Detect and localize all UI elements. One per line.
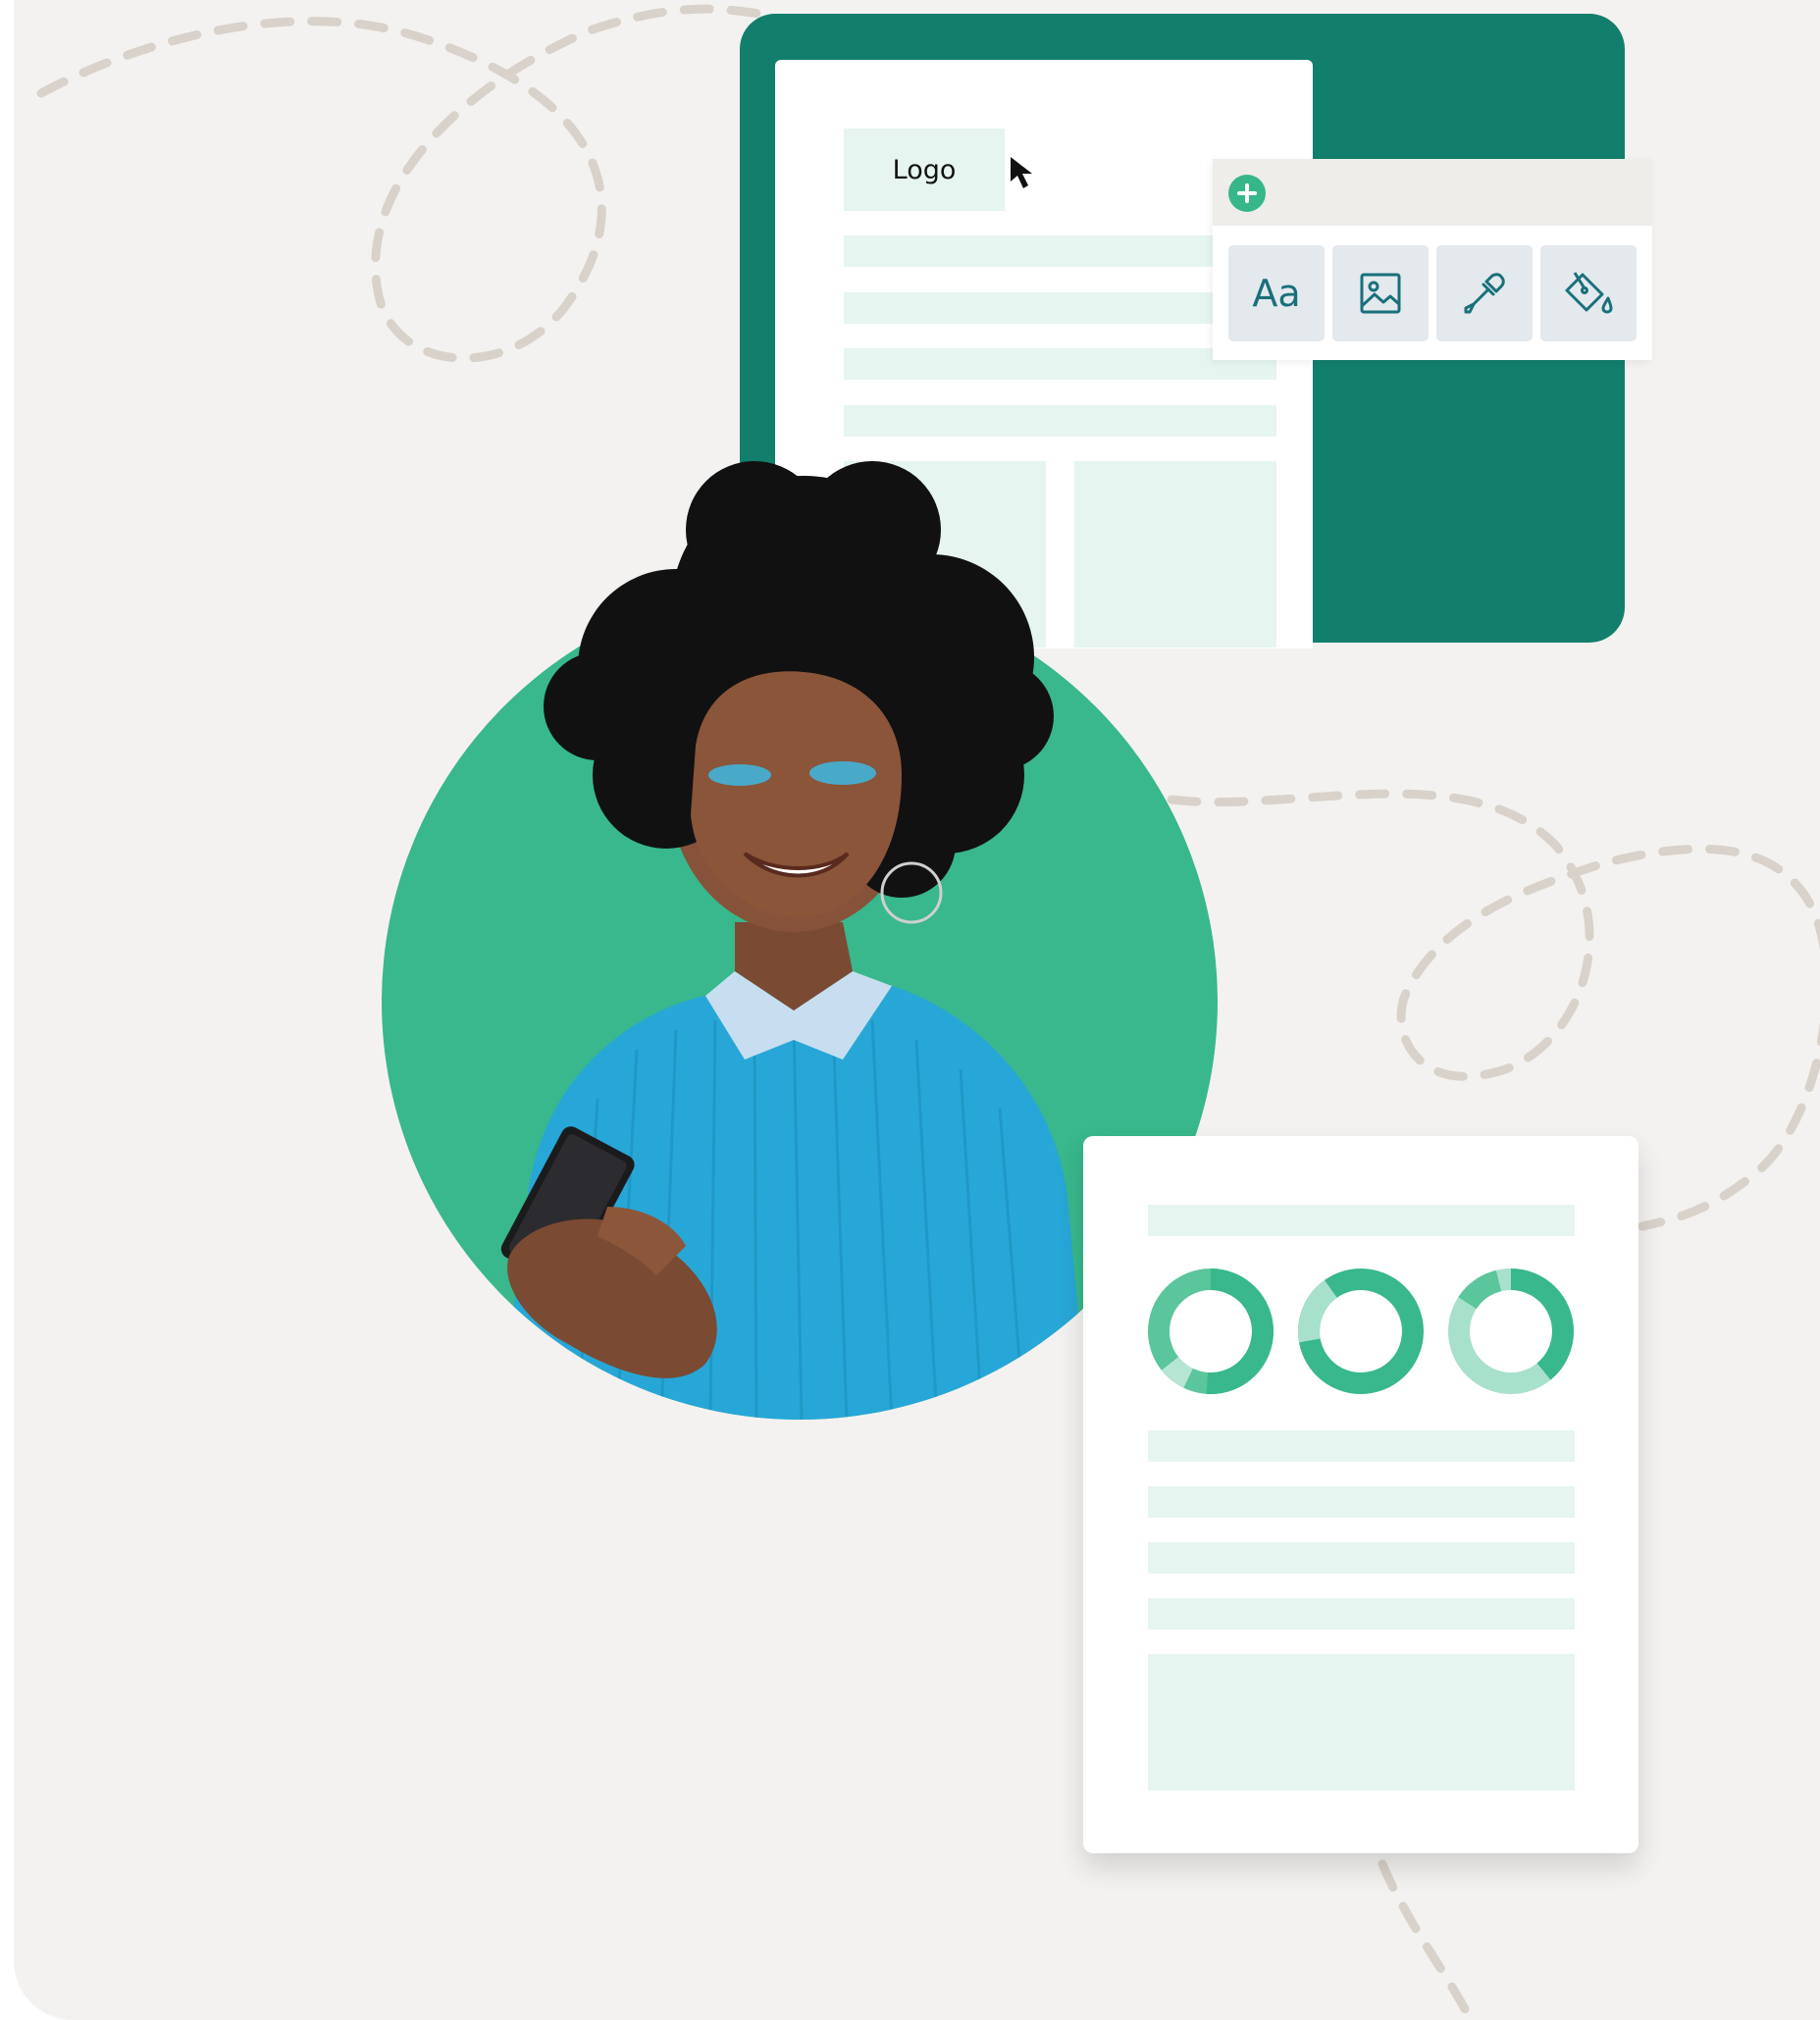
text-line-placeholder bbox=[844, 292, 1213, 324]
eyedropper-tool-button[interactable] bbox=[1436, 245, 1533, 341]
donut-chart-icon bbox=[1448, 1269, 1574, 1394]
paint-bucket-icon bbox=[1565, 272, 1613, 314]
image-icon bbox=[1360, 273, 1401, 314]
image-tool-button[interactable] bbox=[1332, 245, 1429, 341]
logo-placeholder[interactable]: Logo bbox=[844, 129, 1005, 211]
donut-chart-icon bbox=[1148, 1269, 1274, 1394]
text-line-placeholder bbox=[1148, 1430, 1575, 1462]
text-line-placeholder bbox=[1148, 1598, 1575, 1630]
cursor-arrow-icon bbox=[1011, 157, 1032, 188]
text-line-placeholder bbox=[844, 348, 1276, 380]
hero-illustration: Logo Aa bbox=[14, 0, 1820, 2020]
text-line-placeholder bbox=[844, 235, 1213, 267]
logo-label: Logo bbox=[892, 154, 957, 185]
text-tool-button[interactable]: Aa bbox=[1228, 245, 1325, 341]
toolbar-header bbox=[1213, 159, 1652, 226]
eyedropper-icon bbox=[1464, 273, 1505, 314]
add-button[interactable] bbox=[1228, 175, 1266, 212]
donut-chart-icon bbox=[1298, 1269, 1424, 1394]
text-line-placeholder bbox=[844, 405, 1276, 437]
text-icon: Aa bbox=[1252, 272, 1301, 315]
design-toolbar: Aa bbox=[1213, 159, 1652, 360]
paint-bucket-tool-button[interactable] bbox=[1540, 245, 1637, 341]
report-title-placeholder bbox=[1148, 1205, 1575, 1236]
text-line-placeholder bbox=[1148, 1542, 1575, 1574]
text-line-placeholder bbox=[1148, 1486, 1575, 1518]
content-block-placeholder bbox=[1148, 1654, 1575, 1790]
